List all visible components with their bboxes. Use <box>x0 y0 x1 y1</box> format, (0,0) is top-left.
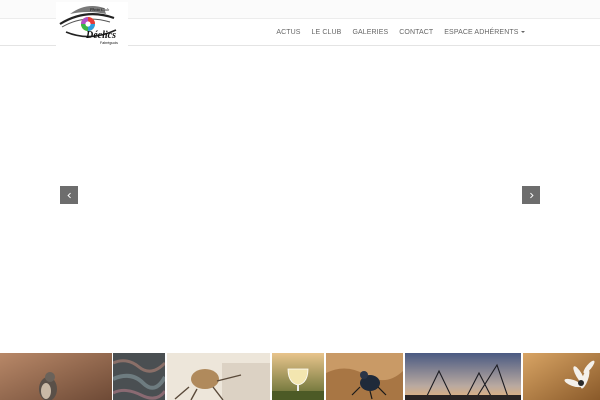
main-menu: ACTUS LE CLUB GALERIES CONTACT ESPACE AD… <box>271 19 530 46</box>
slider-next-button[interactable] <box>522 186 540 204</box>
hero-slider <box>0 46 600 353</box>
site-logo[interactable]: Photo Club Déclics Fabrèguois <box>56 2 128 46</box>
svg-text:Déclics: Déclics <box>85 30 116 41</box>
logo-graphic: Photo Club Déclics Fabrèguois <box>56 2 128 46</box>
gallery-thumb-bird[interactable] <box>0 353 112 400</box>
menu-item-espace-adherents[interactable]: ESPACE ADHÉRENTS <box>439 19 530 46</box>
bird-photo <box>0 353 112 400</box>
wine-glass-photo <box>272 353 324 400</box>
gallery-thumb-silhouettes[interactable] <box>405 353 521 400</box>
caret-down-icon <box>520 31 525 34</box>
gallery-thumb-texture[interactable] <box>113 353 165 400</box>
gallery-thumb-insect[interactable] <box>167 353 270 400</box>
texture-photo <box>113 353 165 400</box>
menu-link-contact[interactable]: CONTACT <box>394 19 439 46</box>
svg-text:Photo Club: Photo Club <box>89 7 109 12</box>
gallery-strip <box>0 353 600 400</box>
menu-link-galeries[interactable]: GALERIES <box>347 19 394 46</box>
menu-label-espace-adherents: ESPACE ADHÉRENTS <box>444 29 519 36</box>
menu-item-le-club[interactable]: LE CLUB <box>306 19 347 46</box>
menu-link-le-club[interactable]: LE CLUB <box>306 19 347 46</box>
menu-item-galeries[interactable]: GALERIES <box>347 19 394 46</box>
menu-link-espace-adherents[interactable]: ESPACE ADHÉRENTS <box>439 19 530 46</box>
beetle-photo <box>326 353 403 400</box>
gallery-thumb-flower[interactable] <box>523 353 600 400</box>
chevron-left-icon <box>66 192 71 198</box>
menu-item-actus[interactable]: ACTUS <box>271 19 306 46</box>
insect-photo <box>167 353 270 400</box>
gallery-thumb-beetle[interactable] <box>326 353 403 400</box>
menu-link-actus[interactable]: ACTUS <box>271 19 306 46</box>
menu-item-contact[interactable]: CONTACT <box>394 19 439 46</box>
gallery-thumb-wine-glass[interactable] <box>272 353 324 400</box>
chevron-right-icon <box>529 192 534 198</box>
silhouettes-photo <box>405 353 521 400</box>
svg-text:Fabrèguois: Fabrèguois <box>100 41 118 45</box>
flower-photo <box>523 353 600 400</box>
slider-prev-button[interactable] <box>60 186 78 204</box>
